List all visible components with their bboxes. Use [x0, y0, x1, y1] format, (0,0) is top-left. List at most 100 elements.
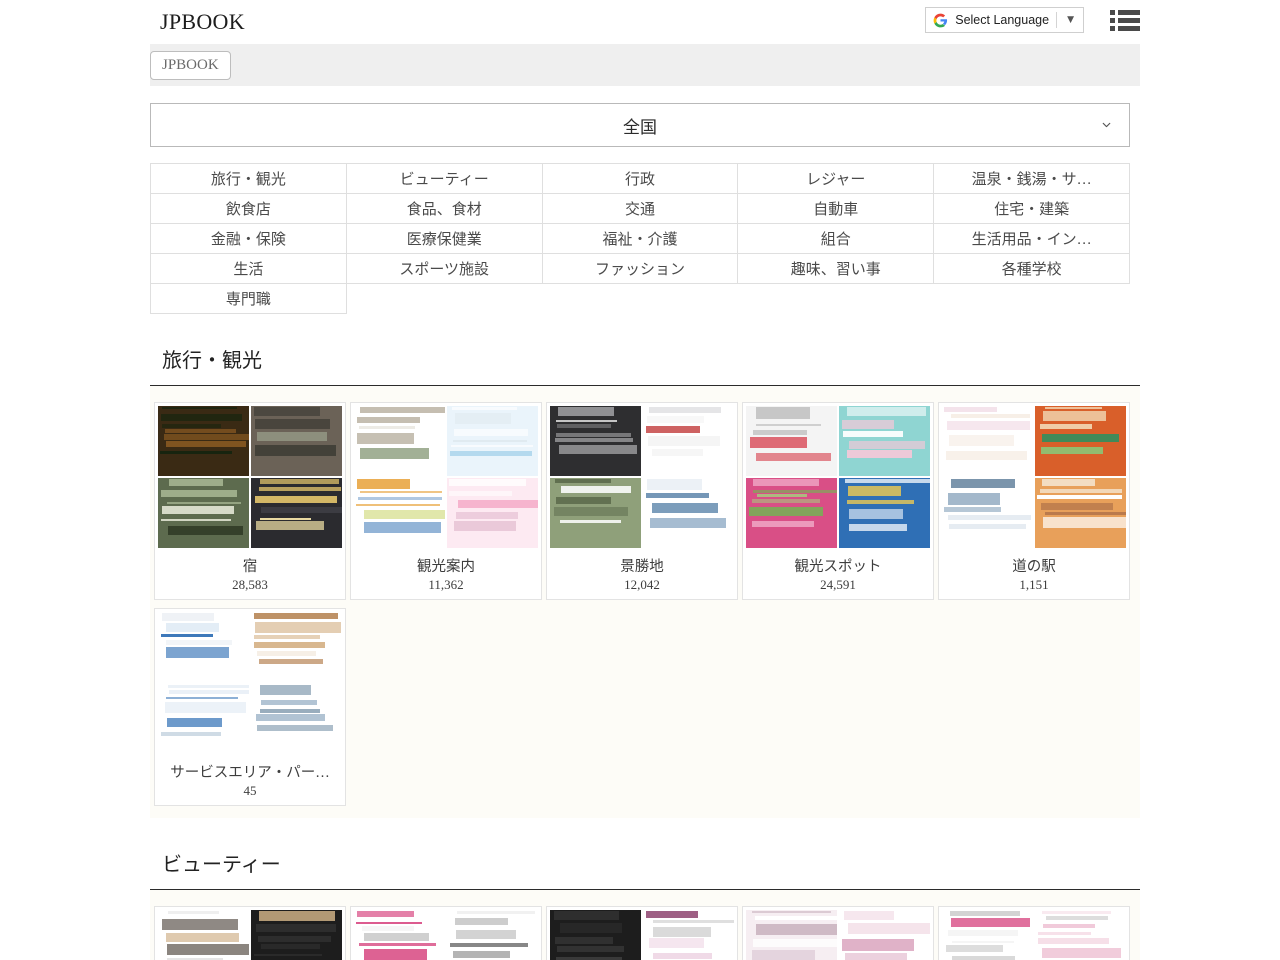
category-cell[interactable]: ビューティー: [346, 164, 542, 194]
category-cell[interactable]: 食品、食材: [346, 194, 542, 224]
translate-label: Select Language: [955, 13, 1049, 27]
card-label: 観光案内: [351, 551, 541, 576]
category-cell[interactable]: 福祉・介護: [542, 224, 738, 254]
google-logo-icon: [933, 13, 948, 28]
thumbnail-tile: [447, 406, 538, 476]
thumbnail-tile: [643, 910, 734, 960]
category-cell[interactable]: レジャー: [738, 164, 934, 194]
category-card[interactable]: [154, 906, 346, 960]
category-cell[interactable]: 温泉・銭湯・サ…: [934, 164, 1130, 194]
category-row: 専門職: [151, 284, 1130, 314]
section: 旅行・観光宿28,583観光案内11,362景勝地12,042観光スポット24,…: [150, 314, 1140, 818]
card-label: 宿: [155, 551, 345, 576]
chevron-down-icon[interactable]: ▼: [1064, 15, 1077, 25]
category-cell[interactable]: スポーツ施設: [346, 254, 542, 284]
category-card[interactable]: [742, 906, 934, 960]
thumbnail-tile: [158, 612, 249, 682]
thumbnail-tile: [447, 478, 538, 548]
thumbnail-tile: [550, 478, 641, 548]
thumbnail-tile: [643, 478, 734, 548]
card-grid: 宿28,583観光案内11,362景勝地12,042観光スポット24,591道の…: [150, 386, 1140, 818]
category-table-wrap: 旅行・観光ビューティー行政レジャー温泉・銭湯・サ… 飲食店食品、食材交通自動車住宅…: [0, 147, 1280, 314]
site-header: JPBOOK Select Language ▼: [0, 0, 1280, 44]
thumbnail-tile: [942, 478, 1033, 548]
thumbnail-tile: [158, 478, 249, 548]
thumbnail-tile: [1035, 910, 1126, 960]
category-cell[interactable]: 住宅・建築: [934, 194, 1130, 224]
card-thumbnail: [547, 403, 737, 551]
thumbnail-tile: [354, 406, 445, 476]
thumbnail-tile: [251, 406, 342, 476]
thumbnail-tile: [354, 910, 445, 960]
section: ビューティー: [150, 818, 1140, 960]
category-card[interactable]: 観光案内11,362: [350, 402, 542, 600]
category-cell[interactable]: 趣味、習い事: [738, 254, 934, 284]
card-count: 1,151: [939, 576, 1129, 599]
card-thumbnail: [547, 907, 737, 960]
card-thumbnail: [351, 403, 541, 551]
card-label: 道の駅: [939, 551, 1129, 576]
category-cell[interactable]: 行政: [542, 164, 738, 194]
sections: 旅行・観光宿28,583観光案内11,362景勝地12,042観光スポット24,…: [0, 314, 1280, 960]
thumbnail-tile: [746, 910, 837, 960]
category-card[interactable]: サービスエリア・パー…45: [154, 608, 346, 806]
region-select[interactable]: 全国: [150, 103, 1130, 147]
category-cell[interactable]: 各種学校: [934, 254, 1130, 284]
card-thumbnail: [939, 403, 1129, 551]
category-cell[interactable]: 生活: [151, 254, 347, 284]
thumbnail-tile: [942, 406, 1033, 476]
category-cell[interactable]: 交通: [542, 194, 738, 224]
thumbnail-tile: [158, 406, 249, 476]
category-cell[interactable]: 自動車: [738, 194, 934, 224]
category-card[interactable]: [350, 906, 542, 960]
thumbnail-tile: [251, 910, 342, 960]
section-title: 旅行・観光: [150, 314, 1140, 385]
thumbnail-tile: [839, 478, 930, 548]
card-thumbnail: [155, 403, 345, 551]
category-cell[interactable]: 生活用品・イン…: [934, 224, 1130, 254]
breadcrumb-item-jpbook[interactable]: JPBOOK: [150, 51, 231, 80]
category-card[interactable]: [546, 906, 738, 960]
card-label: 景勝地: [547, 551, 737, 576]
chevron-down-icon: [1100, 119, 1113, 132]
card-count: 28,583: [155, 576, 345, 599]
category-card[interactable]: 宿28,583: [154, 402, 346, 600]
card-count: 12,042: [547, 576, 737, 599]
card-thumbnail: [155, 907, 345, 960]
list-menu-icon[interactable]: [1110, 10, 1140, 31]
google-translate-widget[interactable]: Select Language ▼: [925, 7, 1084, 33]
card-thumbnail: [351, 907, 541, 960]
header-actions: Select Language ▼: [925, 7, 1140, 33]
page-root: JPBOOK Select Language ▼: [0, 0, 1280, 960]
thumbnail-tile: [251, 684, 342, 754]
category-cell-empty: [542, 284, 738, 314]
category-cell-empty: [934, 284, 1130, 314]
card-thumbnail: [743, 907, 933, 960]
category-row: 金融・保険医療保健業福祉・介護組合生活用品・イン…: [151, 224, 1130, 254]
category-card[interactable]: 景勝地12,042: [546, 402, 738, 600]
menu-row: [1110, 26, 1140, 31]
category-cell[interactable]: 飲食店: [151, 194, 347, 224]
card-count: 24,591: [743, 576, 933, 599]
card-label: 観光スポット: [743, 551, 933, 576]
category-cell[interactable]: ファッション: [542, 254, 738, 284]
category-cell[interactable]: 旅行・観光: [151, 164, 347, 194]
thumbnail-tile: [354, 478, 445, 548]
category-cell[interactable]: 専門職: [151, 284, 347, 314]
card-label: サービスエリア・パー…: [155, 757, 345, 782]
card-thumbnail: [743, 403, 933, 551]
site-brand[interactable]: JPBOOK: [160, 9, 245, 35]
thumbnail-tile: [447, 910, 538, 960]
category-card[interactable]: [938, 906, 1130, 960]
thumbnail-tile: [158, 684, 249, 754]
thumbnail-tile: [1035, 406, 1126, 476]
category-card[interactable]: 観光スポット24,591: [742, 402, 934, 600]
thumbnail-tile: [643, 406, 734, 476]
category-cell[interactable]: 医療保健業: [346, 224, 542, 254]
thumbnail-tile: [158, 910, 249, 960]
category-cell-empty: [346, 284, 542, 314]
category-cell[interactable]: 組合: [738, 224, 934, 254]
card-count: 11,362: [351, 576, 541, 599]
category-cell[interactable]: 金融・保険: [151, 224, 347, 254]
category-card[interactable]: 道の駅1,151: [938, 402, 1130, 600]
